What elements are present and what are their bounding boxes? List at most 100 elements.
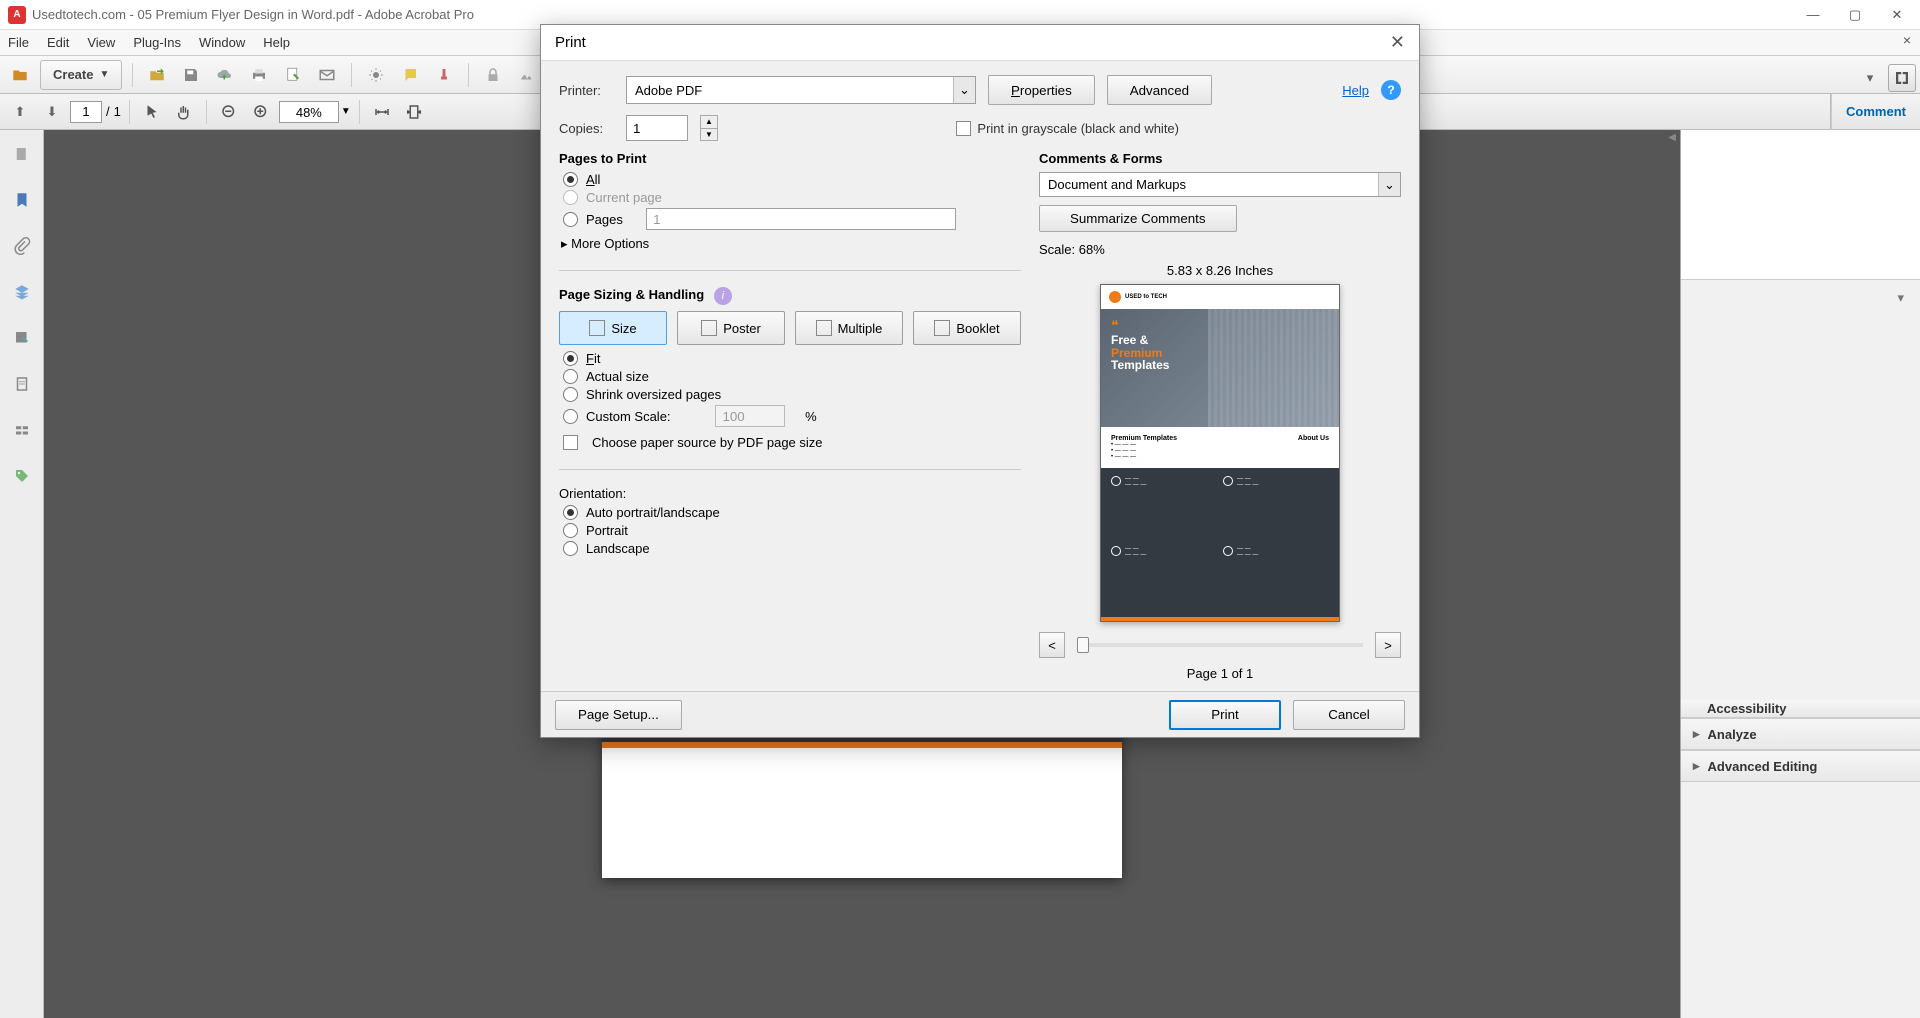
paper-source-checkbox[interactable] xyxy=(563,435,578,450)
copies-spinner[interactable]: ▲▼ xyxy=(700,115,718,141)
signatures-icon[interactable] xyxy=(8,324,36,352)
layers-icon[interactable] xyxy=(8,278,36,306)
radio-landscape[interactable] xyxy=(563,541,578,556)
cancel-button[interactable]: Cancel xyxy=(1293,700,1405,730)
radio-shrink-label: Shrink oversized pages xyxy=(586,387,721,402)
menu-edit[interactable]: Edit xyxy=(47,35,69,50)
slider-thumb[interactable] xyxy=(1077,637,1089,653)
preview-prev-button[interactable]: < xyxy=(1039,632,1065,658)
email-icon[interactable] xyxy=(313,61,341,89)
grayscale-checkbox-row[interactable]: Print in grayscale (black and white) xyxy=(956,121,1179,136)
tab-comment[interactable]: Comment xyxy=(1831,94,1920,130)
custom-scale-input[interactable] xyxy=(715,405,785,427)
stamp-icon[interactable] xyxy=(430,61,458,89)
tools-dropdown-icon[interactable]: ▾ xyxy=(1856,64,1884,92)
hand-tool-icon[interactable] xyxy=(170,98,198,126)
advanced-button[interactable]: Advanced xyxy=(1107,75,1212,105)
zoom-dropdown-icon[interactable]: ▼ xyxy=(341,106,351,117)
page-number-input[interactable] xyxy=(70,101,102,123)
tab-multiple[interactable]: Multiple xyxy=(795,311,903,345)
tab-poster[interactable]: Poster xyxy=(677,311,785,345)
zoom-in-icon[interactable] xyxy=(247,98,275,126)
page-up-icon[interactable]: ⬆ xyxy=(6,98,34,126)
preview-dimensions: 5.83 x 8.26 Inches xyxy=(1167,263,1273,278)
attachments-icon[interactable] xyxy=(8,232,36,260)
spinner-down-icon[interactable]: ▼ xyxy=(701,129,717,141)
create-button[interactable]: Create▼ xyxy=(40,60,122,90)
chevron-down-icon: ⌄ xyxy=(953,77,975,103)
selection-tool-icon[interactable] xyxy=(138,98,166,126)
pv-logo-icon xyxy=(1109,291,1121,303)
print-dialog: Print ✕ Printer: Adobe PDF ⌄ PProperties… xyxy=(540,24,1420,738)
fit-width-icon[interactable] xyxy=(368,98,396,126)
zoom-level[interactable]: 48% xyxy=(279,101,339,123)
radio-custom-scale[interactable] xyxy=(563,409,578,424)
radio-pages[interactable] xyxy=(563,212,578,227)
preview-next-button[interactable]: > xyxy=(1375,632,1401,658)
tab-booklet[interactable]: Booklet xyxy=(913,311,1021,345)
menu-help[interactable]: Help xyxy=(263,35,290,50)
grayscale-checkbox[interactable] xyxy=(956,121,971,136)
pane-dropdown-icon[interactable]: ▾ xyxy=(1897,290,1904,306)
print-button[interactable]: Print xyxy=(1169,700,1281,730)
page-setup-button[interactable]: Page Setup... xyxy=(555,700,682,730)
copies-label: Copies: xyxy=(559,121,614,136)
radio-all[interactable] xyxy=(563,172,578,187)
close-button[interactable]: ✕ xyxy=(1882,7,1912,23)
menu-window[interactable]: Window xyxy=(199,35,245,50)
help-link[interactable]: Help xyxy=(1342,83,1369,98)
lock-icon[interactable] xyxy=(479,61,507,89)
gear-icon[interactable] xyxy=(362,61,390,89)
zoom-out-icon[interactable] xyxy=(215,98,243,126)
page-panel-icon[interactable] xyxy=(8,370,36,398)
tab-size[interactable]: Size xyxy=(559,311,667,345)
thumbnails-icon[interactable] xyxy=(8,140,36,168)
maximize-button[interactable]: ▢ xyxy=(1840,7,1870,23)
menu-view[interactable]: View xyxy=(87,35,115,50)
summarize-comments-button[interactable]: Summarize Comments xyxy=(1039,205,1237,232)
spinner-up-icon[interactable]: ▲ xyxy=(701,116,717,129)
cloud-icon[interactable] xyxy=(211,61,239,89)
section-accessibility[interactable]: Accessibility xyxy=(1681,700,1920,718)
radio-portrait[interactable] xyxy=(563,523,578,538)
radio-fit[interactable] xyxy=(563,351,578,366)
expand-panel-icon[interactable] xyxy=(1888,64,1916,92)
collapse-arrow-icon[interactable]: ◀ xyxy=(1668,132,1676,143)
radio-actual-size[interactable] xyxy=(563,369,578,384)
section-analyze[interactable]: Analyze xyxy=(1681,718,1920,750)
preview-slider[interactable] xyxy=(1077,643,1363,647)
fit-page-icon[interactable] xyxy=(400,98,428,126)
open-icon[interactable] xyxy=(6,61,34,89)
comments-forms-select[interactable]: Document and Markups ⌄ xyxy=(1039,172,1401,197)
menu-file[interactable]: File xyxy=(8,35,29,50)
radio-shrink[interactable] xyxy=(563,387,578,402)
page-down-icon[interactable]: ⬇ xyxy=(38,98,66,126)
printer-select[interactable]: Adobe PDF ⌄ xyxy=(626,76,976,104)
info-icon[interactable]: i xyxy=(714,287,732,305)
save-icon[interactable] xyxy=(177,61,205,89)
folder-icon[interactable] xyxy=(143,61,171,89)
radio-current-page[interactable] xyxy=(563,190,578,205)
multiple-tab-icon xyxy=(816,320,832,336)
minimize-button[interactable]: — xyxy=(1798,7,1828,23)
edit-doc-icon[interactable] xyxy=(279,61,307,89)
section-advanced-editing[interactable]: Advanced Editing xyxy=(1681,750,1920,782)
sign-icon[interactable] xyxy=(513,61,541,89)
help-icon[interactable]: ? xyxy=(1381,80,1401,100)
comment-bubble-icon[interactable] xyxy=(396,61,424,89)
pages-range-input[interactable] xyxy=(646,208,956,230)
bookmarks-icon[interactable] xyxy=(8,186,36,214)
tags-icon[interactable] xyxy=(8,462,36,490)
more-options-toggle[interactable]: More Options xyxy=(561,236,1021,252)
size-tab-icon xyxy=(589,320,605,336)
print-icon[interactable] xyxy=(245,61,273,89)
copies-input[interactable] xyxy=(626,115,688,141)
radio-custom-scale-label: Custom Scale: xyxy=(586,409,671,424)
properties-button[interactable]: PPropertiesroperties xyxy=(988,75,1095,105)
dialog-close-icon[interactable]: ✕ xyxy=(1390,32,1405,53)
radio-auto-orient[interactable] xyxy=(563,505,578,520)
left-nav-sidebar xyxy=(0,130,44,1018)
close-document-icon[interactable]: × xyxy=(1898,32,1916,50)
form-icon[interactable] xyxy=(8,416,36,444)
menu-plugins[interactable]: Plug-Ins xyxy=(133,35,181,50)
